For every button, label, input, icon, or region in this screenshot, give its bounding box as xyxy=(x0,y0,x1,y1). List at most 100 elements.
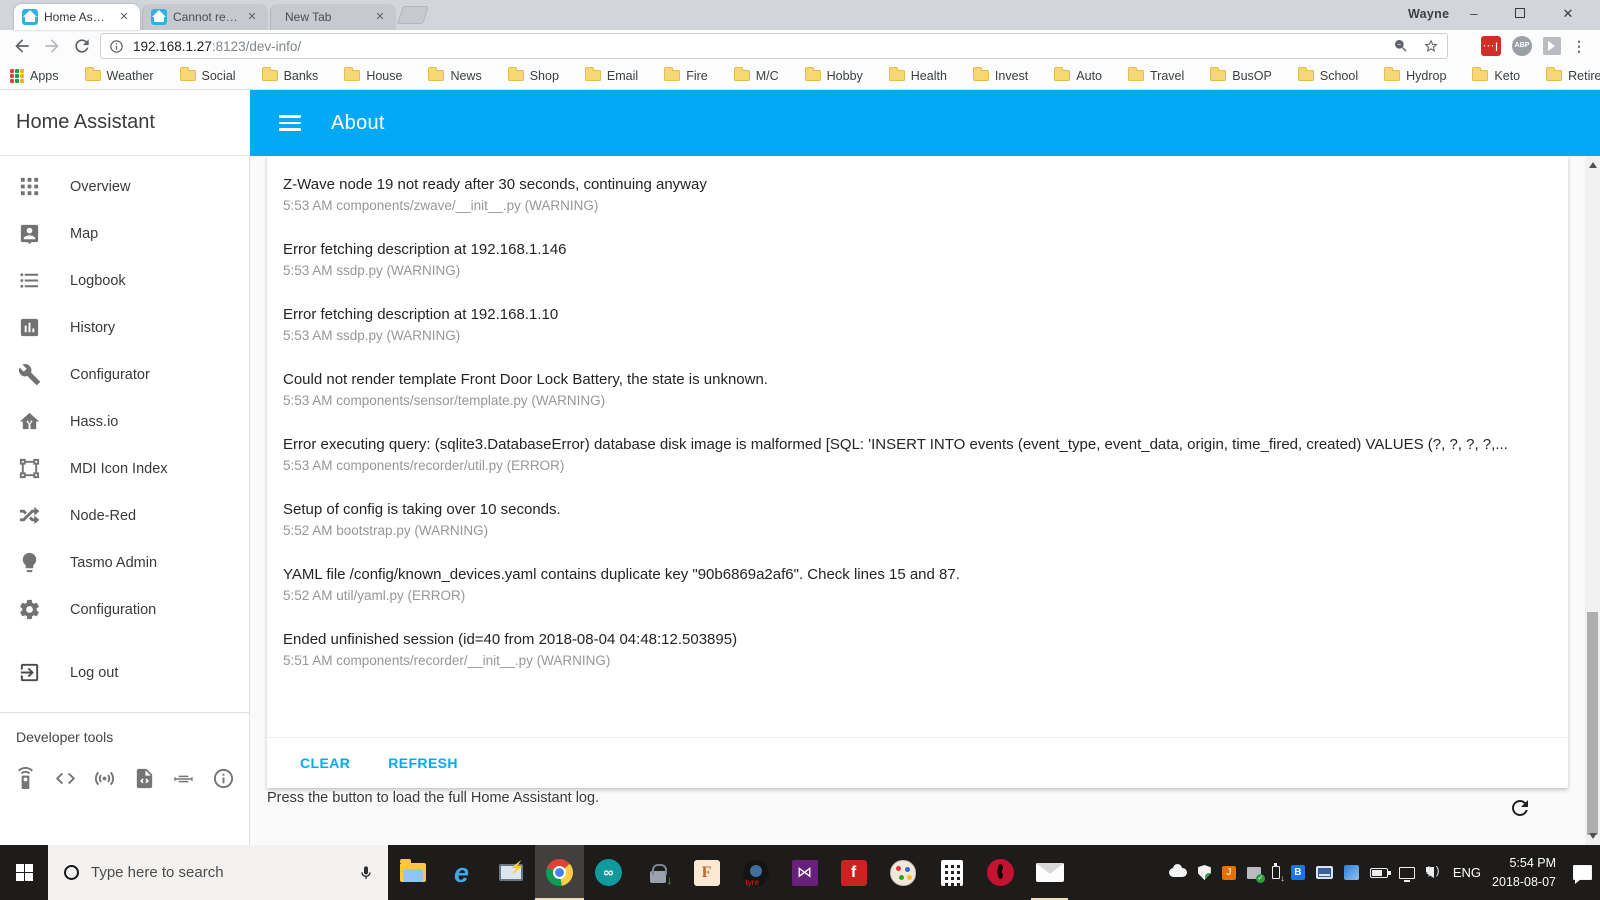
taskbar-app-fing[interactable] xyxy=(976,845,1025,900)
bookmark-folder[interactable]: News xyxy=(428,69,481,83)
language-indicator[interactable]: ENG xyxy=(1453,865,1481,880)
sidebar-item-tasmo-admin[interactable]: Tasmo Admin xyxy=(0,539,249,586)
reload-button[interactable] xyxy=(70,34,94,58)
bookmark-folder[interactable]: Retire xyxy=(1546,69,1600,83)
back-button[interactable] xyxy=(10,34,34,58)
taskbar-app-filezilla[interactable]: f xyxy=(829,845,878,900)
adblock-plus-extension-icon[interactable]: ABP xyxy=(1512,36,1532,56)
bookmark-folder[interactable]: Keto xyxy=(1472,69,1520,83)
sidebar-item-configuration[interactable]: Configuration xyxy=(0,586,249,633)
bookmark-folder[interactable]: Shop xyxy=(508,69,559,83)
devtool-code-tags-icon[interactable] xyxy=(54,767,77,795)
sidebar-item-configurator[interactable]: Configurator xyxy=(0,351,249,398)
bookmark-folder[interactable]: House xyxy=(344,69,402,83)
bookmark-folder[interactable]: BusOP xyxy=(1210,69,1272,83)
site-info-icon[interactable] xyxy=(109,39,124,54)
log-card-actions: CLEAR REFRESH xyxy=(267,737,1568,788)
tray-touchpad-icon[interactable] xyxy=(1316,866,1333,879)
sidebar-item-logout[interactable]: Log out xyxy=(0,649,249,696)
load-full-log-refresh-icon[interactable] xyxy=(1508,796,1532,820)
tray-java-icon[interactable]: J xyxy=(1222,866,1236,880)
devtool-file-code-icon[interactable] xyxy=(133,767,156,795)
sidebar-item-logbook[interactable]: Logbook xyxy=(0,257,249,304)
forward-button[interactable] xyxy=(40,34,64,58)
browser-tab[interactable]: Cannot reach Hassio pag✕ xyxy=(142,4,268,30)
bookmark-folder[interactable]: Fire xyxy=(664,69,708,83)
sidebar-item-node-red[interactable]: Node-Red xyxy=(0,492,249,539)
browser-menu-icon[interactable]: ⋮ xyxy=(1572,33,1586,59)
bookmark-folder[interactable]: School xyxy=(1298,69,1358,83)
tray-graphics-icon[interactable] xyxy=(1344,865,1359,880)
scrollbar-down-arrow[interactable] xyxy=(1589,833,1597,839)
taskbar-app-file-explorer[interactable] xyxy=(388,845,437,900)
taskbar-app-visual-studio[interactable]: ⋈ xyxy=(780,845,829,900)
taskbar-app-arduino[interactable]: ∞ xyxy=(584,845,633,900)
taskbar-app-paint[interactable] xyxy=(878,845,927,900)
window-minimize-button[interactable]: – xyxy=(1452,0,1496,28)
tab-close-icon[interactable]: ✕ xyxy=(116,9,132,25)
profile-name[interactable]: Wayne xyxy=(1408,7,1449,21)
window-restore-button[interactable] xyxy=(1498,0,1542,28)
zoom-icon[interactable] xyxy=(1393,38,1409,54)
lastpass-extension-icon[interactable]: ···| xyxy=(1481,36,1501,56)
bookmark-folder[interactable]: Hydrop xyxy=(1384,69,1446,83)
window-close-button[interactable]: ✕ xyxy=(1546,0,1590,28)
start-button[interactable] xyxy=(0,845,48,900)
taskbar-search-box[interactable]: Type here to search xyxy=(48,845,388,900)
devtool-remote-icon[interactable] xyxy=(14,767,37,795)
bookmark-folder[interactable]: Travel xyxy=(1128,69,1184,83)
tray-bluetooth-icon[interactable]: B xyxy=(1291,865,1305,880)
menu-hamburger-icon[interactable] xyxy=(279,115,301,131)
bookmark-apps[interactable]: Apps xyxy=(10,69,59,83)
action-center-icon[interactable] xyxy=(1573,865,1592,880)
bookmark-folder[interactable]: Hobby xyxy=(805,69,863,83)
tray-onedrive-icon[interactable] xyxy=(1169,868,1187,877)
devtool-align-center-icon[interactable] xyxy=(172,767,195,795)
sidebar-item-hass-io[interactable]: Hass.io xyxy=(0,398,249,445)
browser-tab[interactable]: New Tab✕ xyxy=(270,4,396,30)
ie-tab-extension-icon[interactable] xyxy=(1543,37,1561,55)
taskbar-clock[interactable]: 5:54 PM2018-08-07 xyxy=(1492,854,1556,890)
scrollbar-up-arrow[interactable] xyxy=(1589,162,1597,168)
bookmark-folder[interactable]: M/C xyxy=(734,69,779,83)
tab-close-icon[interactable]: ✕ xyxy=(372,9,388,25)
bookmark-folder[interactable]: Health xyxy=(889,69,947,83)
tray-volume-icon[interactable] xyxy=(1426,868,1434,878)
taskbar-app-fusion360[interactable]: F xyxy=(682,845,731,900)
refresh-button[interactable]: REFRESH xyxy=(388,755,458,771)
taskbar-app-internet-explorer[interactable]: e xyxy=(437,845,486,900)
sidebar-item-history[interactable]: History xyxy=(0,304,249,351)
taskbar-app-calculator[interactable] xyxy=(927,845,976,900)
bookmark-folder[interactable]: Social xyxy=(180,69,236,83)
tray-usb-icon[interactable] xyxy=(1272,866,1280,879)
developer-tools-label: Developer tools xyxy=(16,729,249,745)
devtool-information-icon[interactable] xyxy=(212,767,235,795)
sidebar-item-overview[interactable]: Overview xyxy=(0,163,249,210)
bookmark-folder[interactable]: Invest xyxy=(973,69,1028,83)
new-tab-button[interactable] xyxy=(397,6,429,24)
taskbar-app-remote-desktop[interactable] xyxy=(486,845,535,900)
taskbar-app-tyre[interactable] xyxy=(731,845,780,900)
tab-close-icon[interactable]: ✕ xyxy=(244,9,260,25)
tray-battery-icon[interactable] xyxy=(1370,868,1388,878)
taskbar-app-chrome[interactable] xyxy=(535,845,584,900)
bookmark-folder[interactable]: Email xyxy=(585,69,638,83)
sidebar-item-mdi-icon-index[interactable]: MDI Icon Index xyxy=(0,445,249,492)
address-bar[interactable]: 192.168.1.27:8123/dev-info/ xyxy=(100,33,1448,59)
bookmark-folder[interactable]: Banks xyxy=(262,69,319,83)
tray-defender-icon[interactable] xyxy=(1198,865,1211,880)
scrollbar-thumb[interactable] xyxy=(1587,612,1598,835)
microphone-icon[interactable] xyxy=(358,865,374,881)
bookmark-star-icon[interactable] xyxy=(1423,38,1439,54)
bookmark-folder[interactable]: Auto xyxy=(1054,69,1102,83)
tray-network-icon[interactable] xyxy=(1399,867,1415,879)
bookmark-folder[interactable]: Weather xyxy=(85,69,154,83)
browser-tab[interactable]: Home Assistant✕ xyxy=(14,4,140,30)
taskbar-app-winscp[interactable] xyxy=(633,845,682,900)
taskbar-app-mail[interactable] xyxy=(1025,845,1074,900)
devtool-access-point-icon[interactable] xyxy=(93,767,116,795)
sidebar-item-map[interactable]: Map xyxy=(0,210,249,257)
tray-updates-icon[interactable] xyxy=(1247,867,1261,879)
clear-button[interactable]: CLEAR xyxy=(300,755,350,771)
page-scrollbar[interactable] xyxy=(1585,156,1600,845)
